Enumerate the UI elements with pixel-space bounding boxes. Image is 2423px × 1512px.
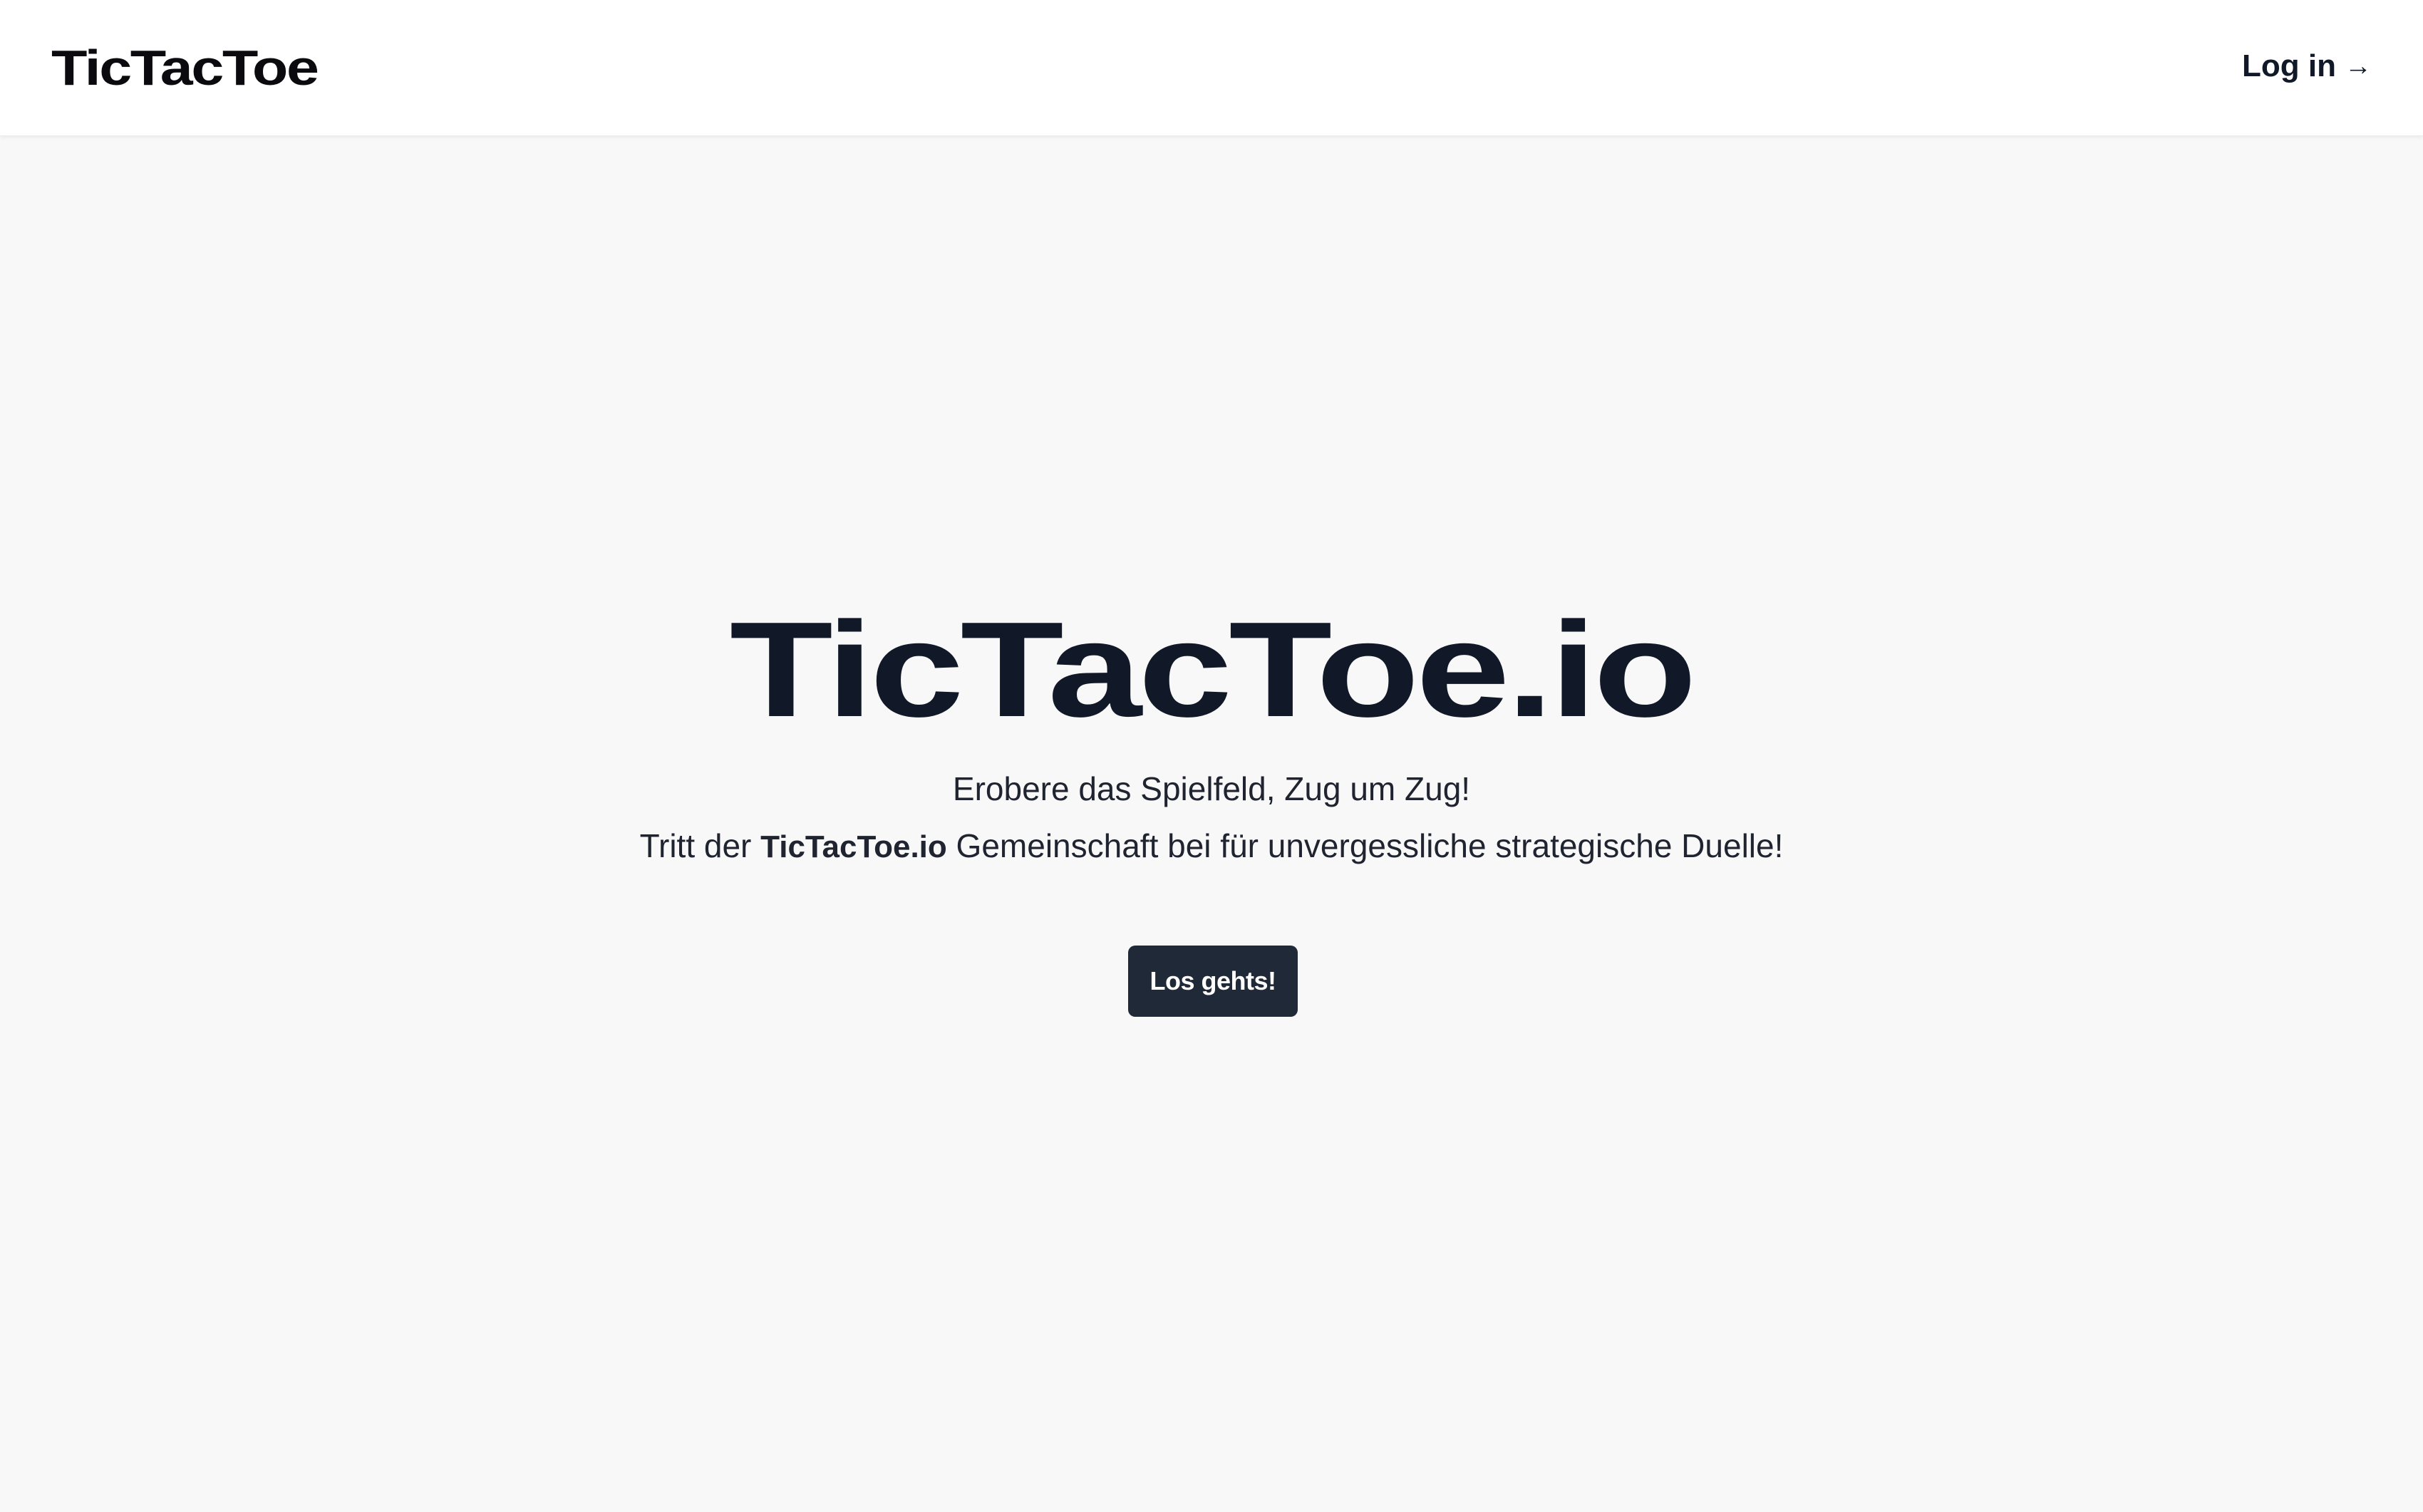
hero-title: TicTacToe.io xyxy=(0,591,2423,748)
arrow-right-icon: → xyxy=(2345,51,2372,81)
get-started-button[interactable]: Los gehts! xyxy=(1128,946,1298,1017)
brand-logo[interactable]: TicTacToe xyxy=(51,36,319,100)
tagline-prefix: Tritt der xyxy=(639,827,761,864)
hero-tagline-line2: Tritt der TicTacToe.io Gemeinschaft bei … xyxy=(0,821,2423,872)
tagline-brand: TicTacToe.io xyxy=(760,829,947,864)
hero-title-text: TicTacToe.io xyxy=(729,594,1697,745)
hero-tagline-line1: Erobere das Spielfeld, Zug um Zug! xyxy=(952,770,1471,807)
top-navbar: TicTacToe Log in → xyxy=(0,0,2423,136)
hero-section: TicTacToe.io Erobere das Spielfeld, Zug … xyxy=(0,135,2423,1512)
tagline-suffix: Gemeinschaft bei für unvergessliche stra… xyxy=(946,827,1784,864)
login-label: Log in xyxy=(2242,48,2336,83)
login-link[interactable]: Log in → xyxy=(2242,41,2372,91)
